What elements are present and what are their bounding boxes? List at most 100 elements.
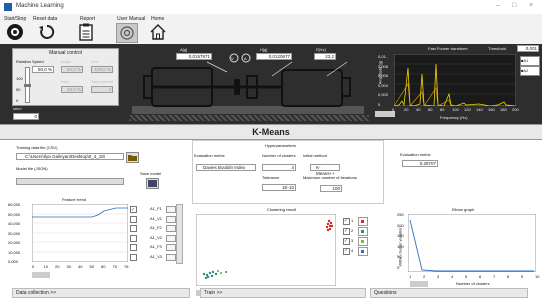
scale-min: 0 — [16, 98, 19, 103]
elbow-xtick: 10 — [535, 274, 540, 279]
tolerance-input[interactable]: 1E-10 — [262, 184, 296, 191]
fft-xtick: 140 — [476, 107, 483, 112]
feature-plot-style[interactable] — [166, 225, 176, 232]
step-interval-input[interactable]: 2 — [91, 86, 113, 93]
tab-questions[interactable]: Questions — [370, 288, 528, 298]
fft-title: Fast Fourier transform — [428, 46, 468, 51]
training-file-label: Training data file (CSV) — [16, 145, 58, 150]
cluster-checkbox[interactable]: ✓ — [343, 248, 350, 255]
feature-plot-style[interactable] — [166, 215, 176, 223]
minimize-icon[interactable]: – — [496, 2, 500, 9]
fft-xtick: 60 — [428, 107, 433, 112]
start-stop-button[interactable] — [5, 23, 25, 41]
trend-xtick: 60 — [101, 264, 106, 269]
folder-icon — [128, 155, 137, 161]
browse-training-button[interactable] — [126, 152, 139, 163]
trend-ytick: 0,000 — [8, 259, 19, 264]
user-manual-button[interactable] — [116, 23, 138, 43]
reset-data-button[interactable] — [37, 23, 57, 41]
kmeans-header: K-Means — [0, 124, 542, 140]
feature-checkbox[interactable] — [130, 215, 137, 223]
cluster-checkbox[interactable]: ✓ — [343, 228, 350, 235]
clipboard-icon — [79, 23, 93, 41]
cluster-color-swatch[interactable] — [358, 217, 368, 226]
cluster-color-swatch[interactable] — [358, 247, 368, 256]
trend-xtick: 20 — [55, 264, 60, 269]
threshold-input[interactable]: 0,001 — [517, 45, 539, 52]
eval-metric-select[interactable]: Davies Bouldin Index — [196, 164, 256, 171]
floor-hatch — [129, 115, 369, 121]
trend-ytick: 20,000 — [8, 240, 21, 245]
max-iter-input[interactable]: 100 — [320, 185, 342, 192]
f-value: 23,2 — [314, 53, 336, 60]
fft-ytick: 0,01- — [378, 54, 388, 59]
elbow-ytick: 150 — [397, 233, 404, 238]
scale-max: 100 — [16, 76, 23, 81]
tab-data-collection[interactable]: Data collection >> — [12, 288, 190, 298]
fft-xtick: 120 — [464, 107, 471, 112]
elbow-xtick: 1 — [409, 274, 412, 279]
feature-checkbox[interactable] — [130, 225, 137, 232]
feature-label: A1_V3 — [150, 253, 163, 259]
cluster-checkbox[interactable]: ✓ — [343, 218, 350, 225]
fft-ytick: 0,008 — [378, 63, 389, 69]
elbow-xtick: 4 — [451, 274, 454, 279]
feature-plot-style[interactable] — [166, 206, 176, 213]
fft-graph-tools[interactable] — [375, 111, 395, 117]
elbow-xtick: 8 — [507, 274, 510, 279]
training-file-input[interactable]: C:\Users\Ilya Galinyan\Desktop\0_4_18\ — [16, 153, 124, 160]
clusters-input[interactable]: 4 — [262, 164, 296, 171]
trend-ytick: 10,000 — [8, 249, 21, 255]
legend-a2[interactable]: ■A2 — [520, 66, 540, 76]
a-symbol: A — [244, 56, 247, 61]
step-input[interactable]: 10,0 % — [61, 86, 83, 93]
feature-plot-style[interactable] — [166, 253, 176, 261]
fft-ytick: 0,004 — [378, 82, 389, 88]
feature-plot-style[interactable] — [166, 244, 176, 251]
init-method-select[interactable]: K-Means++ — [310, 164, 340, 176]
feature-plot-style[interactable] — [166, 234, 176, 242]
h-value: 0,0120677 — [256, 53, 292, 60]
cluster-color-swatch[interactable] — [358, 227, 368, 236]
trend-title: Feature trend — [62, 197, 87, 202]
step-interval-label: Step interval — [91, 79, 114, 84]
fft-ytick: 0 — [378, 101, 381, 107]
close-icon[interactable]: × — [529, 2, 533, 9]
manual-control-panel: Manual control Rotation Speed 50,0 % Beg… — [12, 48, 119, 106]
label-input[interactable]: 0 — [13, 113, 39, 120]
model-file-input[interactable] — [16, 178, 124, 185]
trend-ytick: 40,000 — [8, 221, 21, 226]
kmeans-title: K-Means — [252, 127, 290, 137]
tab-train[interactable]: Train >> — [200, 288, 366, 298]
end-label: End — [91, 59, 99, 64]
speed-slider-track[interactable] — [24, 67, 31, 103]
report-button[interactable] — [76, 23, 96, 41]
feature-label: A1_F3 — [150, 244, 162, 249]
maximize-icon[interactable]: □ — [512, 2, 516, 9]
feature-label: A1_V2 — [150, 234, 163, 240]
feature-checkbox[interactable] — [130, 253, 137, 261]
elbow-xtick: 6 — [479, 274, 482, 279]
cluster-checkbox[interactable]: ✓ — [343, 238, 350, 245]
trend-graph-tools[interactable] — [32, 272, 50, 278]
hyper-title: Hyperparameters — [265, 143, 296, 148]
fft-xtick: 180 — [500, 107, 507, 112]
feature-label: A1_V1 — [150, 215, 163, 221]
end-input[interactable]: 100,0 % — [91, 66, 113, 73]
hyperparameters-frame — [192, 140, 384, 204]
speed-slider-thumb[interactable] — [24, 84, 31, 87]
cluster-color-swatch[interactable] — [358, 237, 368, 246]
feature-scrollbar[interactable] — [176, 204, 183, 264]
feature-checkbox[interactable] — [130, 244, 137, 251]
title-bar: Machine Learning – □ × — [0, 0, 542, 15]
elbow-graph-tools[interactable] — [410, 281, 428, 287]
feature-checkbox[interactable]: ✓ — [130, 206, 137, 213]
rotation-speed-input[interactable]: 50,0 % — [32, 66, 54, 73]
legend-a1[interactable]: ■A1 — [520, 56, 540, 66]
save-model-button[interactable] — [146, 178, 159, 189]
report-label: Report — [80, 16, 96, 22]
begin-input[interactable]: 50,0 % — [61, 66, 83, 73]
feature-checkbox[interactable] — [130, 234, 137, 242]
home-button[interactable] — [148, 23, 168, 41]
fft-xtick: 100 — [452, 107, 459, 112]
